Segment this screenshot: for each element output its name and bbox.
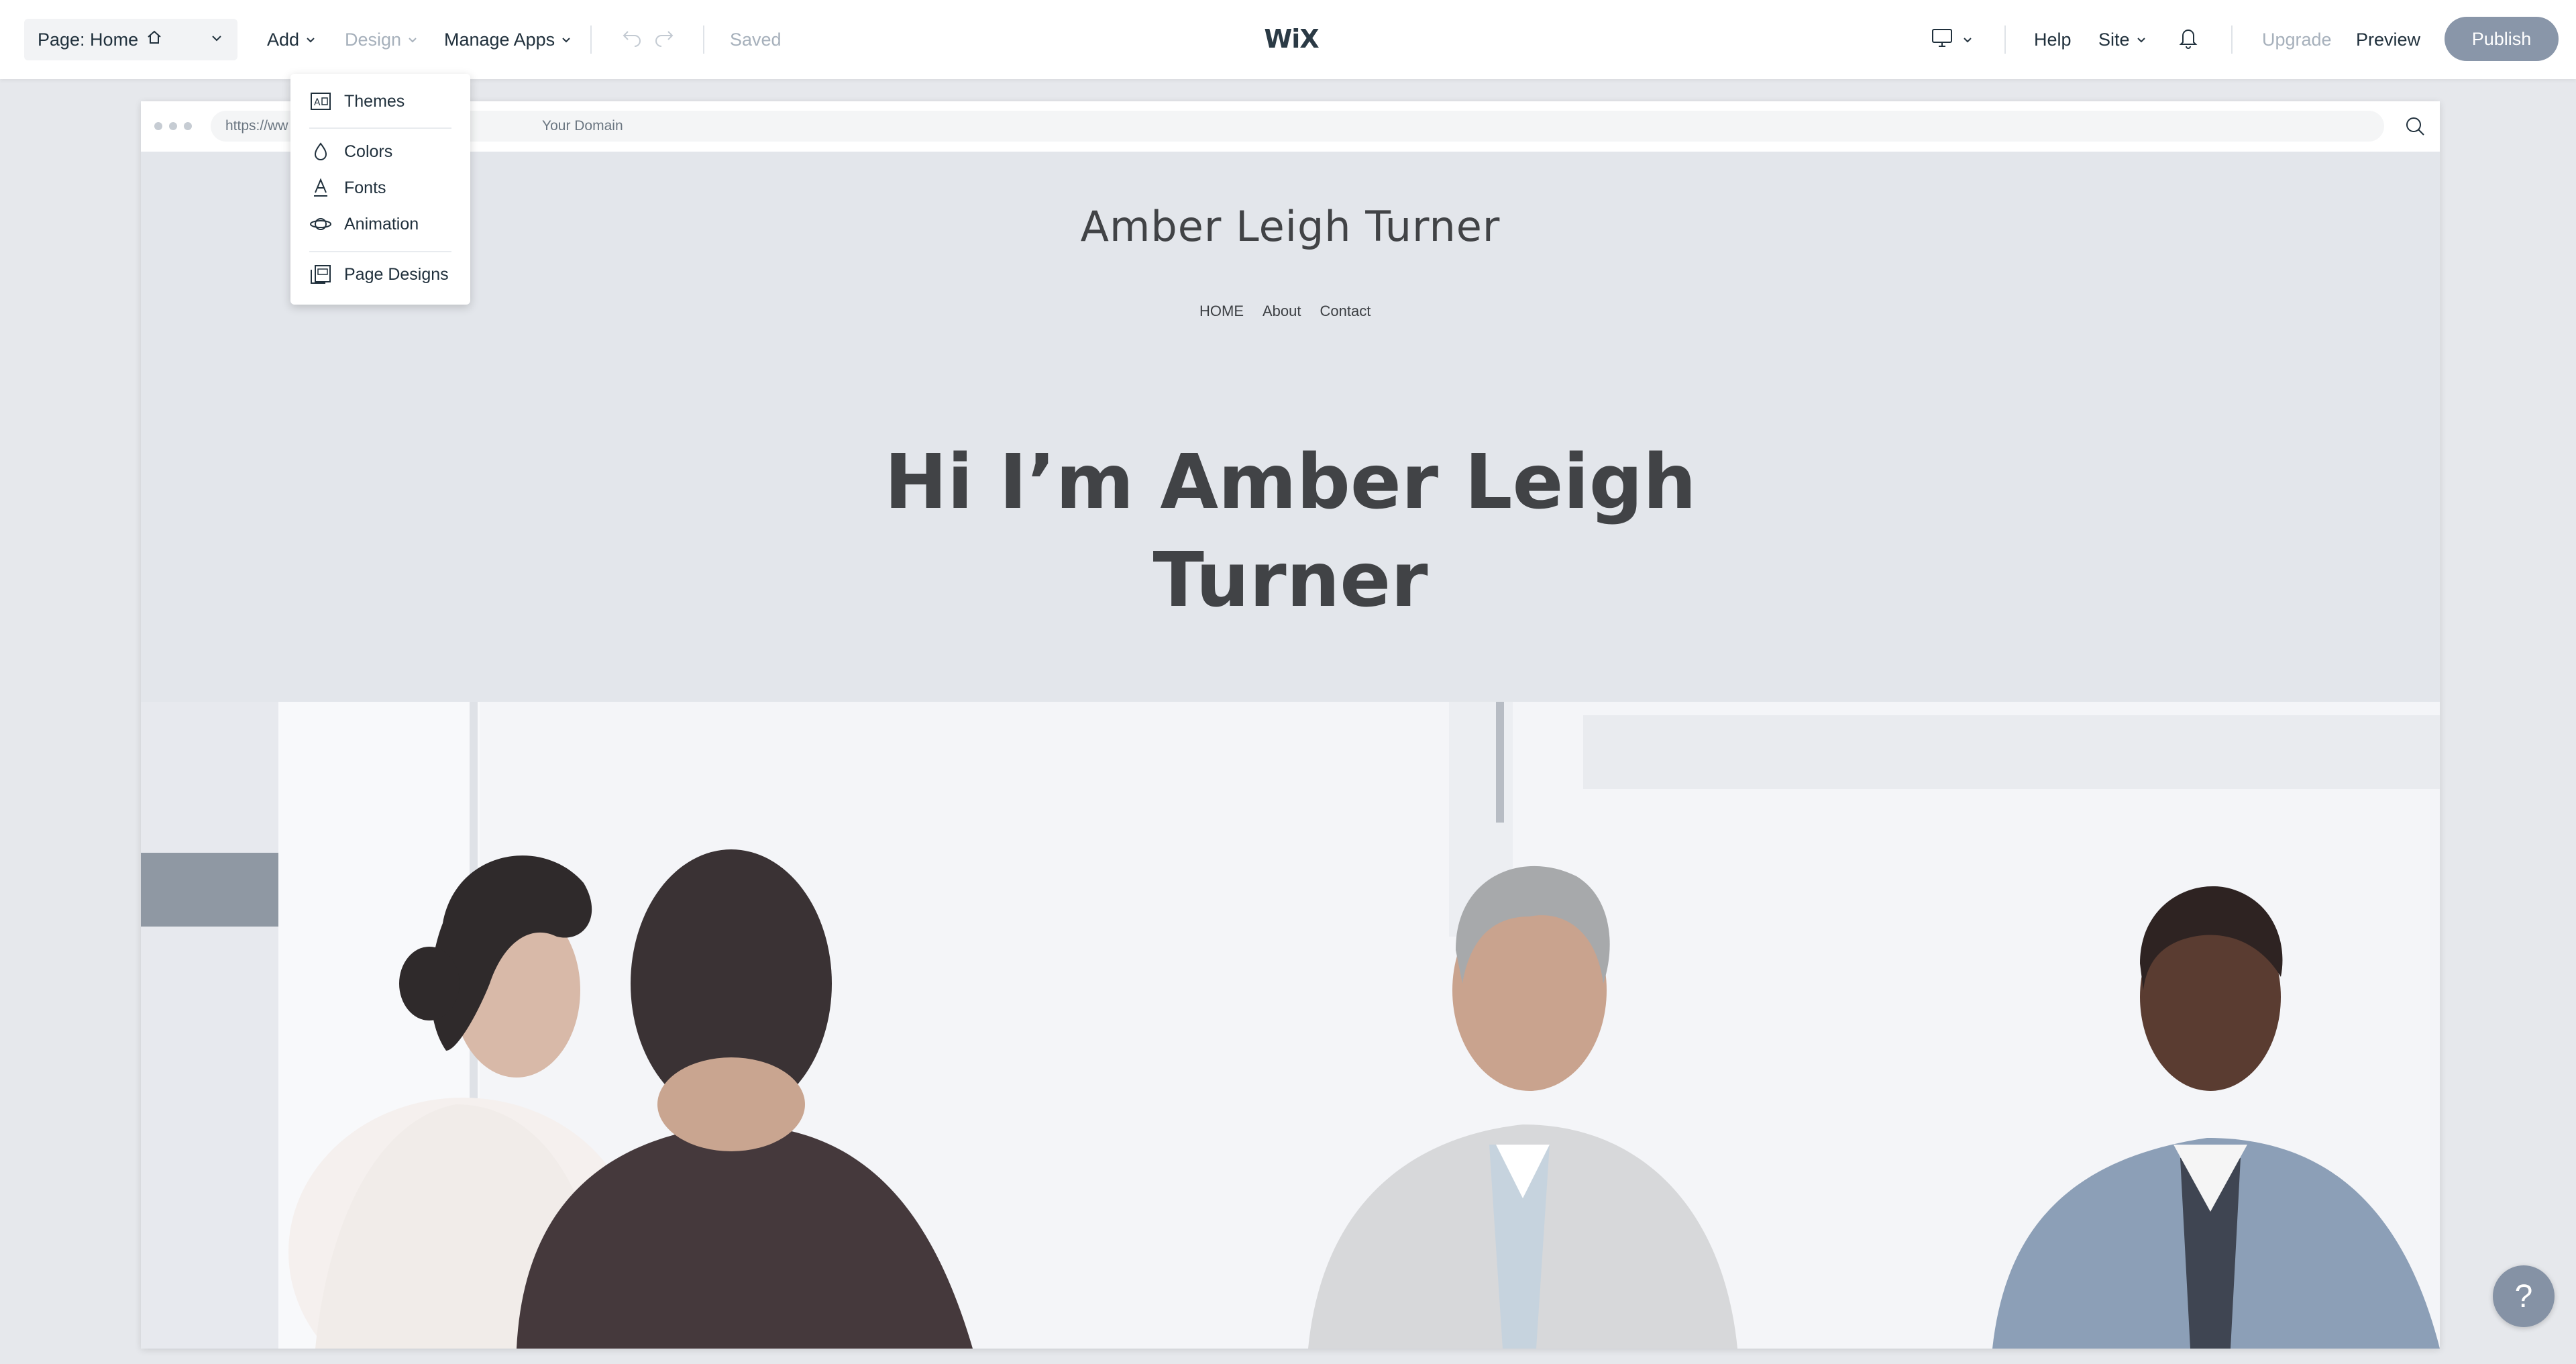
window-dot <box>154 122 162 130</box>
toolbar-divider <box>2004 25 2006 54</box>
chevron-down-icon <box>407 30 419 50</box>
page-selector-label: Page: Home <box>38 29 139 50</box>
site-menu[interactable]: Site <box>2098 0 2147 79</box>
browser-bar: https://ww Your Domain <box>141 101 2440 152</box>
page-designs-icon <box>309 263 332 286</box>
themes-icon: A <box>309 90 332 113</box>
search-icon[interactable] <box>2404 115 2426 141</box>
drop-icon <box>309 140 332 163</box>
undo-icon <box>621 28 644 52</box>
menu-item-label: Page Designs <box>344 264 449 284</box>
nav-about[interactable]: About <box>1263 303 1301 320</box>
animation-icon <box>309 213 332 235</box>
menu-separator <box>309 251 451 252</box>
menu-item-colors[interactable]: Colors <box>309 136 464 167</box>
help-menu[interactable]: Help <box>2034 0 2072 79</box>
menu-item-fonts[interactable]: Fonts <box>309 172 464 203</box>
menu-item-themes[interactable]: A Themes <box>309 86 464 117</box>
menu-item-page-designs[interactable]: Page Designs <box>309 259 464 290</box>
add-menu[interactable]: Add <box>267 0 317 79</box>
editor-topbar: Page: Home Add Design Manage Apps Saved … <box>0 0 2576 79</box>
url-domain: Your Domain <box>542 118 623 134</box>
publish-button[interactable]: Publish <box>2445 17 2559 61</box>
preview-button[interactable]: Preview <box>2356 0 2420 79</box>
menu-separator <box>309 127 451 129</box>
design-dropdown: A Themes Colors Fonts Animation Page Des… <box>290 74 470 305</box>
site-preview-frame: https://ww Your Domain Amber Leigh Turne… <box>141 101 2440 1349</box>
device-switcher[interactable] <box>1931 0 1974 79</box>
url-field[interactable]: https://ww Your Domain <box>211 111 2384 142</box>
toolbar-divider <box>590 25 592 54</box>
menu-item-animation[interactable]: Animation <box>309 209 464 240</box>
url-prefix: https://ww <box>225 118 288 134</box>
add-menu-label: Add <box>267 29 300 50</box>
undo-button[interactable] <box>621 0 644 79</box>
design-menu-label: Design <box>345 29 402 50</box>
desktop-icon <box>1931 27 1955 53</box>
nav-contact[interactable]: Contact <box>1320 303 1371 320</box>
window-dots <box>154 122 192 130</box>
manage-apps-menu[interactable]: Manage Apps <box>444 0 572 79</box>
bell-icon <box>2178 26 2199 54</box>
font-icon <box>309 176 332 199</box>
chevron-down-icon <box>560 30 572 50</box>
home-icon <box>146 30 162 50</box>
window-dot <box>169 122 177 130</box>
hero-line-1: Hi I’m Amber Leigh <box>884 439 1697 526</box>
office-meeting-illustration <box>141 702 2440 1349</box>
menu-item-label: Themes <box>344 91 405 111</box>
help-button[interactable]: ? <box>2493 1265 2555 1327</box>
chevron-down-icon <box>209 31 224 46</box>
toolbar-divider <box>2231 25 2233 54</box>
notifications-button[interactable] <box>2178 0 2199 79</box>
save-status: Saved <box>730 29 782 50</box>
chevron-down-icon <box>305 30 317 50</box>
wix-logo: WiX <box>1264 24 1319 54</box>
svg-text:A: A <box>314 97 321 108</box>
site-title[interactable]: Amber Leigh Turner <box>141 202 2440 251</box>
page-selector[interactable]: Page: Home <box>24 19 237 60</box>
design-menu[interactable]: Design <box>345 0 419 79</box>
menu-item-label: Colors <box>344 142 393 161</box>
upgrade-link[interactable]: Upgrade <box>2262 0 2332 79</box>
chevron-down-icon <box>1962 30 1974 50</box>
toolbar-divider <box>703 25 704 54</box>
hero-line-2: Turner <box>1152 537 1428 624</box>
menu-item-label: Fonts <box>344 178 386 197</box>
hero-photo[interactable] <box>141 702 2440 1349</box>
site-nav: HOME About Contact <box>1199 303 1371 320</box>
hero-heading[interactable]: Hi I’m Amber Leigh Turner <box>141 433 2440 629</box>
manage-apps-label: Manage Apps <box>444 29 555 50</box>
site-menu-label: Site <box>2098 29 2130 50</box>
chevron-down-icon <box>2135 30 2147 50</box>
menu-item-label: Animation <box>344 214 419 233</box>
redo-button[interactable] <box>652 0 675 79</box>
window-dot <box>184 122 192 130</box>
redo-icon <box>652 28 675 52</box>
nav-home[interactable]: HOME <box>1199 303 1244 320</box>
